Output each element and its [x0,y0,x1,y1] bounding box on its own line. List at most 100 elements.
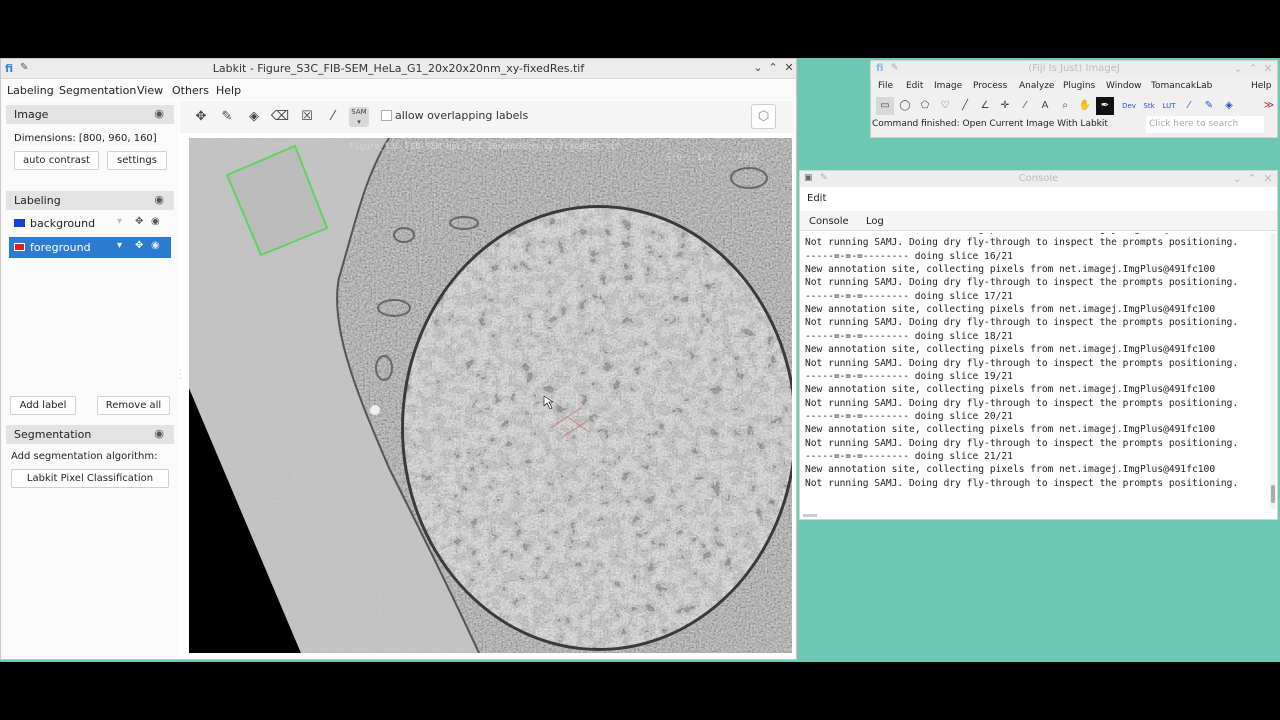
lut-tool-icon[interactable]: LUT [1160,97,1178,115]
scrollbar-thumb[interactable] [1271,485,1275,503]
eye-icon[interactable]: ◉ [151,240,160,251]
wand-tool-icon[interactable]: ⁄ [1016,97,1034,115]
label-menu-icon[interactable]: ▾ [117,216,122,227]
image-section-header[interactable]: Image ◉ [6,105,174,124]
fiji-menu-file[interactable]: File [878,81,893,91]
close-icon[interactable]: ✕ [1261,172,1275,186]
splitter-handle[interactable]: · · · [179,367,182,383]
tab-log[interactable]: Log [866,216,884,227]
labeling-section-header[interactable]: Labeling ◉ [6,191,174,210]
line-tool-icon[interactable]: ╱ [956,97,974,115]
move-icon[interactable]: ✥ [135,240,143,251]
label-row-foreground[interactable]: foreground ▾ ✥ ◉ [9,237,171,258]
console-scrollbar[interactable] [1270,233,1276,509]
fiji-menu-help[interactable]: Help [1251,81,1272,91]
flood-fill-tool-icon[interactable]: ◈ [1220,97,1238,115]
console-log-area[interactable]: New annotation site, collecting pixels f… [800,233,1272,510]
freehand-tool-icon[interactable]: ♡ [936,97,954,115]
pipette-tool-icon[interactable]: ⁄ [323,107,343,127]
fiji-menu-image[interactable]: Image [934,81,962,91]
image-canvas[interactable]: Figure_S3C_FIB-SEM_HeLa_G1_20x20x20nm_xy… [189,138,792,653]
fiji-menu-process[interactable]: Process [973,81,1007,91]
tab-console[interactable]: Console [809,216,849,227]
stk-tool-icon[interactable]: Stk [1140,97,1158,115]
brush-tool-icon[interactable]: ⁄ [1180,97,1198,115]
eye-icon[interactable]: ◉ [151,216,160,227]
menu-view[interactable]: View [137,84,163,97]
rectangle-tool-icon[interactable]: ▭ [876,97,894,115]
dev-tool-icon[interactable]: Dev [1120,97,1138,115]
point-tool-icon[interactable]: ✛ [996,97,1014,115]
minimize-icon[interactable]: ⌄ [751,61,765,75]
log-line: -----=-=-=-------- doing slice 19/21 [805,370,1013,382]
close-icon[interactable]: ✕ [782,61,796,75]
eraser-tool-icon[interactable]: ⌫ [270,107,290,127]
minimize-icon[interactable]: ⌄ [1230,172,1244,186]
remove-all-button[interactable]: Remove all [97,396,170,415]
fiji-search-field[interactable]: Click here to search [1146,116,1264,133]
3d-view-icon[interactable]: ⬡ [751,104,776,129]
fiji-menu-window[interactable]: Window [1106,81,1142,91]
pencil-tool-icon[interactable]: ✎ [1200,97,1218,115]
fiji-title-bar[interactable]: fi ✎ (Fiji Is Just) ImageJ ⌄ ⌃ ✕ [871,61,1277,78]
fill-tool-icon[interactable]: ◈ [244,107,264,127]
labkit-side-panel: Image ◉ Dimensions: [800, 960, 160] auto… [1,101,178,657]
pixel-classification-button[interactable]: Labkit Pixel Classification [11,469,169,488]
add-label-button[interactable]: Add label [10,396,76,415]
log-line: New annotation site, collecting pixels f… [805,424,1216,436]
labkit-title-bar[interactable]: fi ✎ Labkit - Figure_S3C_FIB-SEM_HeLa_G1… [1,59,796,79]
remove-label-tool-icon[interactable]: ☒ [297,107,317,127]
maximize-icon[interactable]: ⌃ [1246,62,1260,76]
move-tool-icon[interactable]: ✥ [191,107,211,127]
fiji-window: fi ✎ (Fiji Is Just) ImageJ ⌄ ⌃ ✕ File Ed… [870,60,1278,138]
menu-segmentation[interactable]: Segmentation [59,84,136,97]
polygon-tool-icon[interactable]: ⬠ [916,97,934,115]
maximize-icon[interactable]: ⌃ [1245,172,1259,186]
label-color-swatch[interactable] [14,243,25,251]
label-row-background[interactable]: background ▾ ✥ ◉ [9,213,171,234]
label-color-swatch[interactable] [14,219,25,227]
close-icon[interactable]: ✕ [1261,62,1275,76]
color-picker-tool-icon[interactable]: ✒ [1096,97,1114,115]
menu-labeling[interactable]: Labeling [7,84,54,97]
labkit-menu-bar: Labeling Segmentation View Others Help [1,80,796,100]
fiji-menu-plugins[interactable]: Plugins [1063,81,1095,91]
allow-overlapping-label[interactable]: allow overlapping labels [395,109,528,122]
maximize-icon[interactable]: ⌃ [766,61,780,75]
eye-icon[interactable]: ◉ [154,193,164,206]
log-line: Not running SAMJ. Doing dry fly-through … [805,477,1239,489]
auto-contrast-button[interactable]: auto contrast [14,151,99,170]
oval-tool-icon[interactable]: ◯ [896,97,914,115]
console-title-bar[interactable]: ▣ ✎ Console ⌄ ⌃ ✕ [800,171,1277,187]
allow-overlapping-checkbox[interactable] [381,110,392,121]
magnifier-tool-icon[interactable]: ⌕ [1056,97,1074,115]
move-icon[interactable]: ✥ [135,216,143,227]
more-tools-icon[interactable]: ≫ [1260,97,1278,115]
eye-icon[interactable]: ◉ [154,107,164,120]
segmentation-section-header[interactable]: Segmentation ◉ [6,425,174,444]
text-tool-icon[interactable]: A [1036,97,1054,115]
fiji-menu-edit[interactable]: Edit [906,81,923,91]
fib-sem-image[interactable]: Figure_S3C_FIB-SEM_HeLa_G1_20x20x20nm_xy… [189,138,792,653]
log-line: Not running SAMJ. Doing dry fly-through … [805,357,1239,369]
image-dimensions: Dimensions: [800, 960, 160] [14,133,157,144]
minimize-icon[interactable]: ⌄ [1231,62,1245,76]
console-window-title: Console [1018,173,1059,184]
log-line: -----=-=-=-------- doing slice 17/21 [805,290,1013,302]
fiji-menu-analyze[interactable]: Analyze [1019,81,1054,91]
fiji-menu-tomancaklab[interactable]: TomancakLab [1151,81,1212,91]
sam-tool-label: SAM [351,108,367,116]
console-menu-edit[interactable]: Edit [807,193,826,204]
settings-button[interactable]: settings [107,151,167,170]
hand-tool-icon[interactable]: ✋ [1076,97,1094,115]
menu-others[interactable]: Others [172,84,209,97]
label-menu-icon[interactable]: ▾ [117,240,122,251]
menu-help[interactable]: Help [216,84,241,97]
log-line: -----=-=-=-------- doing slice 21/21 [805,450,1013,462]
console-horizontal-scrollbar[interactable] [803,514,817,517]
pencil-tool-icon[interactable]: ✎ [217,107,237,127]
sam-tool-icon[interactable]: SAM ▾ [349,107,369,127]
angle-tool-icon[interactable]: ∠ [976,97,994,115]
eye-icon[interactable]: ◉ [154,427,164,440]
log-line: New annotation site, collecting pixels f… [805,264,1216,276]
